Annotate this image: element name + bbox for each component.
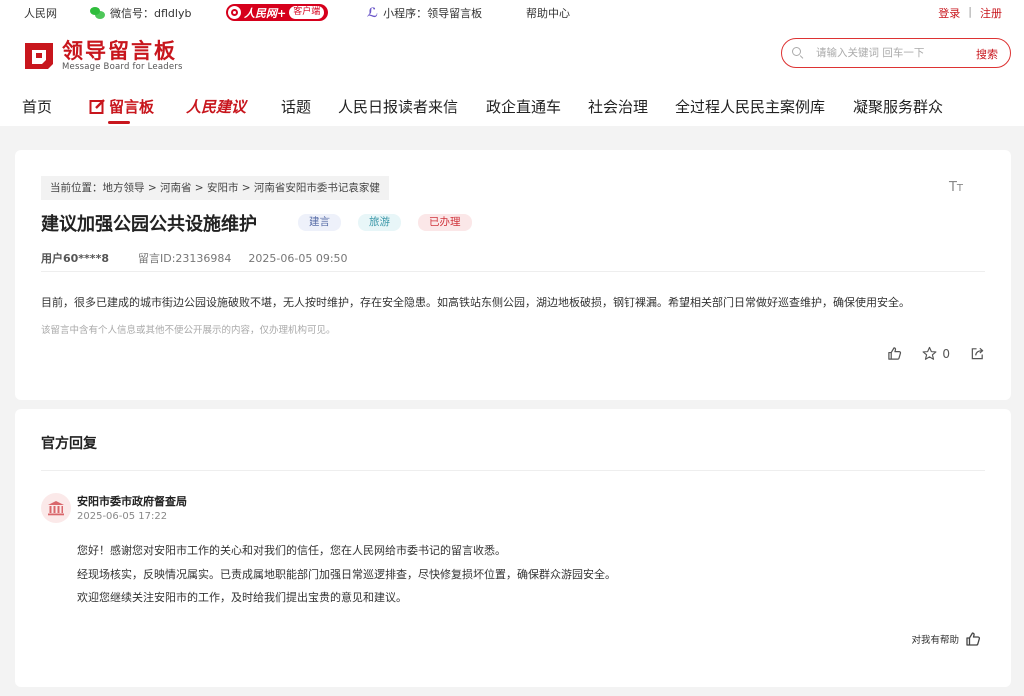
reply-heading: 官方回复 bbox=[41, 436, 97, 452]
nav-enterprise-express[interactable]: 政企直通车 bbox=[486, 96, 561, 117]
wechat-icon bbox=[90, 7, 105, 19]
star-icon bbox=[922, 346, 937, 360]
reply-line: 欢迎您继续关注安阳市的工作，及时给我们提出宝贵的意见和建议。 bbox=[77, 591, 407, 604]
app-name: 人民网+ bbox=[244, 6, 287, 20]
helpful-label: 对我有帮助 bbox=[911, 635, 959, 646]
font-size-toggle-icon[interactable]: TT bbox=[949, 180, 963, 195]
nav-serve-masses[interactable]: 凝聚服务群众 bbox=[853, 96, 943, 117]
wechat-item[interactable]: 微信号：dfldlyb bbox=[90, 5, 191, 21]
status-badge: 已办理 bbox=[418, 214, 472, 231]
people-app-logo: 人民网+ 客户端 bbox=[226, 4, 329, 21]
reply-line: 您好！感谢您对安阳市工作的关心和对我们的信任，您在人民网给市委书记的留言收悉。 bbox=[77, 544, 506, 557]
reply-time: 2025-06-05 17:22 bbox=[77, 511, 168, 522]
auth-links: 登录 | 注册 bbox=[938, 5, 1002, 21]
reply-org-name: 安阳市委市政府督查局 bbox=[77, 495, 187, 508]
message-board-logo-icon bbox=[25, 43, 53, 69]
privacy-note: 该留言中含有个人信息或其他不便公开展示的内容，仅办理机构可见。 bbox=[41, 325, 336, 336]
message-content: 目前，很多已建成的城市街边公园设施破败不堪，无人按时维护，存在安全隐患。如高铁站… bbox=[41, 296, 910, 309]
site-link[interactable]: 人民网 bbox=[24, 5, 57, 21]
nav-home[interactable]: 首页 bbox=[22, 96, 52, 117]
tag-tourism[interactable]: 旅游 bbox=[358, 214, 401, 231]
government-building-icon bbox=[48, 501, 64, 516]
org-avatar bbox=[41, 493, 71, 523]
tag-suggestion[interactable]: 建言 bbox=[298, 214, 341, 231]
message-actions: 0 bbox=[887, 346, 985, 361]
message-meta: 用户60****8 留言ID:23136984 2025-06-05 09:50 bbox=[41, 250, 348, 266]
site-header: 领导留言板 Message Board for Leaders 搜索 首页 留言… bbox=[0, 24, 1024, 126]
thumbs-up-icon bbox=[966, 632, 981, 646]
miniprogram-icon: ℒ bbox=[367, 5, 379, 21]
search-box: 搜索 bbox=[781, 38, 1011, 68]
search-button[interactable]: 搜索 bbox=[976, 46, 998, 62]
message-card: 当前位置：地方领导 > 河南省 > 安阳市 > 河南省安阳市委书记袁家健 TT … bbox=[15, 150, 1011, 400]
divider bbox=[41, 271, 985, 272]
logo-subtitle: Message Board for Leaders bbox=[62, 62, 183, 72]
search-icon bbox=[792, 47, 804, 60]
nav-topics[interactable]: 话题 bbox=[281, 96, 311, 117]
miniprogram-item[interactable]: ℒ 小程序：领导留言板 bbox=[367, 5, 482, 21]
reply-card: 官方回复 安阳市委市政府督查局 2025-06-05 17:22 您好！感谢您对… bbox=[15, 409, 1011, 687]
app-badge: 客户端 bbox=[289, 6, 325, 19]
nav-social-governance[interactable]: 社会治理 bbox=[588, 96, 648, 117]
breadcrumb: 当前位置：地方领导 > 河南省 > 安阳市 > 河南省安阳市委书记袁家健 bbox=[41, 176, 389, 200]
share-icon[interactable] bbox=[970, 346, 985, 361]
edit-icon bbox=[89, 99, 105, 114]
message-time: 2025-06-05 09:50 bbox=[248, 252, 348, 265]
auth-separator: | bbox=[968, 5, 972, 18]
app-link[interactable]: 人民网+ 客户端 bbox=[226, 4, 329, 21]
login-link[interactable]: 登录 bbox=[938, 5, 960, 21]
nav-message-board[interactable]: 留言板 bbox=[89, 96, 154, 117]
logo-title: 领导留言板 bbox=[62, 39, 177, 63]
message-title: 建议加强公园公共设施维护 bbox=[41, 214, 257, 235]
favorite-count: 0 bbox=[942, 346, 950, 361]
nav-readers-letters[interactable]: 人民日报读者来信 bbox=[338, 96, 458, 117]
thumbs-up-icon[interactable] bbox=[887, 346, 902, 361]
help-link[interactable]: 帮助中心 bbox=[526, 5, 570, 21]
app-logo-icon bbox=[228, 6, 241, 19]
helpful-button[interactable]: 对我有帮助 bbox=[911, 631, 981, 647]
nav-active-indicator bbox=[108, 121, 130, 124]
favorite-button[interactable]: 0 bbox=[922, 346, 950, 361]
message-id: 留言ID:23136984 bbox=[137, 252, 232, 265]
site-logo[interactable]: 领导留言板 Message Board for Leaders bbox=[22, 40, 183, 72]
register-link[interactable]: 注册 bbox=[980, 5, 1002, 21]
nav-democracy-cases[interactable]: 全过程人民民主案例库 bbox=[675, 96, 825, 117]
reply-line: 经现场核实，反映情况属实。已责成属地职能部门加强日常巡逻排查，尽快修复损坏位置，… bbox=[77, 568, 616, 581]
message-user: 用户60****8 bbox=[41, 252, 109, 265]
main-nav: 首页 留言板 人民建议 话题 人民日报读者来信 政企直通车 社会治理 全过程人民… bbox=[0, 92, 1024, 126]
wechat-label: 微信号：dfldlyb bbox=[110, 7, 192, 20]
divider bbox=[41, 470, 985, 471]
miniprogram-label: 小程序：领导留言板 bbox=[383, 7, 483, 20]
nav-people-suggestion[interactable]: 人民建议 bbox=[186, 96, 246, 117]
nav-message-board-label: 留言板 bbox=[109, 98, 155, 116]
search-input[interactable] bbox=[816, 47, 966, 59]
top-bar: 人民网 微信号：dfldlyb 人民网+ 客户端 ℒ 小程序：领导留言板 帮助中… bbox=[0, 0, 1024, 24]
